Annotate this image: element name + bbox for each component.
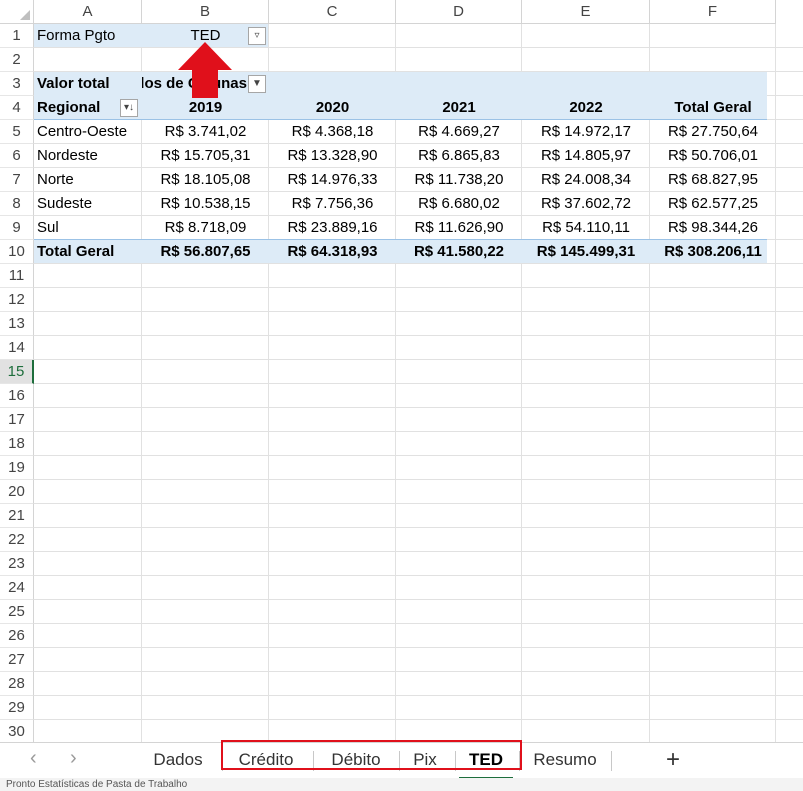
value-cell[interactable]: R$ 6.680,02 [396, 192, 522, 216]
row-header[interactable]: 19 [0, 456, 34, 480]
value-cell[interactable]: R$ 14.972,17 [522, 120, 650, 144]
column-header-f[interactable]: F [650, 0, 776, 24]
value-cell[interactable]: R$ 68.827,95 [650, 168, 776, 192]
value-cell[interactable]: R$ 15.705,31 [142, 144, 269, 168]
column-header-a[interactable]: A [34, 0, 142, 24]
value-cell[interactable]: R$ 18.105,08 [142, 168, 269, 192]
row-header[interactable]: 10 [0, 240, 34, 264]
row-header[interactable]: 18 [0, 432, 34, 456]
row-header[interactable]: 2 [0, 48, 34, 72]
year-header: 2020 [315, 99, 350, 116]
column-header-b[interactable]: B [142, 0, 269, 24]
row-header[interactable]: 12 [0, 288, 34, 312]
row-header[interactable]: 25 [0, 600, 34, 624]
row-header[interactable]: 22 [0, 528, 34, 552]
row-header[interactable]: 6 [0, 144, 34, 168]
row-header[interactable]: 26 [0, 624, 34, 648]
region-cell[interactable]: Centro-Oeste [37, 120, 141, 144]
total-value-cell[interactable]: R$ 56.807,65 [142, 240, 269, 264]
value-cell[interactable]: R$ 11.738,20 [396, 168, 522, 192]
row-header[interactable]: 24 [0, 576, 34, 600]
column-header-c[interactable]: C [269, 0, 396, 24]
row-header[interactable]: 17 [0, 408, 34, 432]
tab-next-icon[interactable]: › [70, 747, 77, 770]
value-cell[interactable]: R$ 54.110,11 [522, 216, 650, 240]
row-header[interactable]: 14 [0, 336, 34, 360]
red-arrow-annotation [178, 42, 232, 98]
region-cell[interactable]: Nordeste [37, 144, 141, 168]
filter-funnel-icon[interactable]: ▿ [248, 27, 266, 45]
row-header[interactable]: 27 [0, 648, 34, 672]
pivot-value-label: Valor total [37, 75, 110, 92]
value-cell[interactable]: R$ 98.344,26 [650, 216, 776, 240]
value-cell[interactable]: R$ 37.602,72 [522, 192, 650, 216]
value-cell[interactable]: R$ 11.626,90 [396, 216, 522, 240]
column-header-d[interactable]: D [396, 0, 522, 24]
value-cell[interactable]: R$ 3.741,02 [142, 120, 269, 144]
pivot-row-label: Regional [37, 99, 101, 116]
value-cell[interactable]: R$ 6.865,83 [396, 144, 522, 168]
column-filter-dropdown[interactable]: ▼ [248, 75, 266, 93]
year-header: 2021 [442, 99, 476, 116]
value-cell[interactable]: R$ 24.008,34 [522, 168, 650, 192]
total-value-cell[interactable]: R$ 145.499,31 [522, 240, 650, 264]
value-cell[interactable]: R$ 13.328,90 [269, 144, 396, 168]
row-header[interactable]: 13 [0, 312, 34, 336]
value-cell[interactable]: R$ 27.750,64 [650, 120, 776, 144]
total-header: Total Geral [674, 99, 752, 116]
value-cell[interactable]: R$ 62.577,25 [650, 192, 776, 216]
row-header[interactable]: 11 [0, 264, 34, 288]
value-cell[interactable]: R$ 14.976,33 [269, 168, 396, 192]
value-cell[interactable]: R$ 4.669,27 [396, 120, 522, 144]
column-header-e[interactable]: E [522, 0, 650, 24]
region-cell[interactable]: Sudeste [37, 192, 141, 216]
tab-prev-icon[interactable]: ‹ [30, 747, 37, 770]
value-cell[interactable]: R$ 10.538,15 [142, 192, 269, 216]
value-cell[interactable]: R$ 7.756,36 [269, 192, 396, 216]
row-header[interactable]: 23 [0, 552, 34, 576]
value-cell[interactable]: R$ 23.889,16 [269, 216, 396, 240]
total-value-cell[interactable]: R$ 308.206,11 [650, 240, 776, 264]
tab-resumo[interactable]: Resumo [528, 743, 602, 777]
value-cell[interactable]: R$ 8.718,09 [142, 216, 269, 240]
spreadsheet-grid[interactable]: A B C D E F 1 2 3 4 5 6 7 8 9 10 11 12 13 14 15 16 17 18 1… [0, 0, 803, 744]
row-header[interactable]: 16 [0, 384, 34, 408]
total-value-cell[interactable]: R$ 41.580,22 [396, 240, 522, 264]
year-header: 2022 [569, 99, 603, 116]
row-sort-filter-icon[interactable]: ▾↓ [120, 99, 138, 117]
row-header[interactable]: 3 [0, 72, 34, 96]
row-header[interactable]: 9 [0, 216, 34, 240]
row-header[interactable]: 5 [0, 120, 34, 144]
row-header[interactable]: 1 [0, 24, 34, 48]
total-row-label[interactable]: Total Geral [37, 240, 141, 264]
filter-label: Forma Pgto [37, 27, 116, 44]
row-header[interactable]: 15 [0, 360, 34, 384]
row-header[interactable]: 30 [0, 720, 34, 744]
value-cell[interactable]: R$ 50.706,01 [650, 144, 776, 168]
select-all-corner[interactable] [0, 0, 34, 24]
total-value-cell[interactable]: R$ 64.318,93 [269, 240, 396, 264]
row-header[interactable]: 29 [0, 696, 34, 720]
row-header[interactable]: 28 [0, 672, 34, 696]
value-cell[interactable]: R$ 14.805,97 [522, 144, 650, 168]
row-header[interactable]: 7 [0, 168, 34, 192]
row-header[interactable]: 21 [0, 504, 34, 528]
add-sheet-button[interactable]: + [658, 743, 688, 777]
region-cell[interactable]: Norte [37, 168, 141, 192]
region-cell[interactable]: Sul [37, 216, 141, 240]
status-bar: Pronto Estatísticas de Pasta de Trabalho [0, 778, 803, 791]
tabs-highlight-annotation [221, 740, 522, 770]
value-cell[interactable]: R$ 4.368,18 [269, 120, 396, 144]
tab-dados[interactable]: Dados [146, 743, 210, 777]
row-header[interactable]: 8 [0, 192, 34, 216]
row-header[interactable]: 20 [0, 480, 34, 504]
row-header[interactable]: 4 [0, 96, 34, 120]
